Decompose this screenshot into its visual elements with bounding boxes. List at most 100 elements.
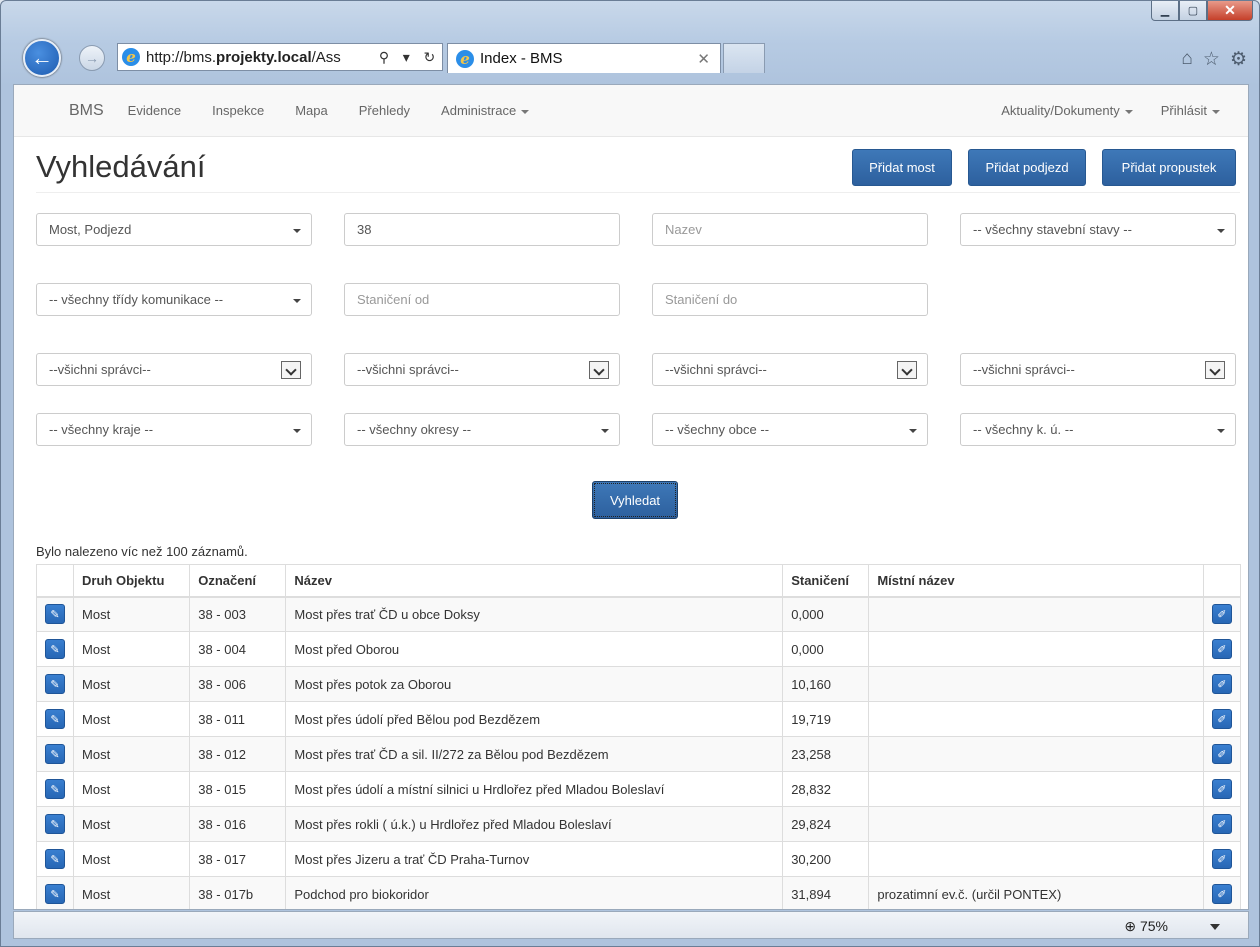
- cadastral-select[interactable]: -- všechny k. ú. --: [960, 413, 1236, 446]
- window-controls: ▁ ▢ ✕: [1151, 1, 1253, 21]
- header-object-type[interactable]: Druh Objektu: [73, 564, 191, 598]
- status-bar: ⊕ 75%: [13, 911, 1249, 939]
- refresh-icon[interactable]: ↻: [423, 49, 435, 66]
- nav-prehledy[interactable]: Přehledy: [359, 103, 410, 118]
- settings-gear-icon[interactable]: ⚙: [1230, 48, 1247, 71]
- edit-icon[interactable]: ✐: [1211, 744, 1232, 764]
- cell-local-name: [868, 596, 1204, 632]
- cell-designation: 38 - 012: [189, 736, 287, 772]
- top-navbar: BMS Evidence Inspekce Mapa Přehledy Admi…: [14, 85, 1248, 137]
- edit-icon[interactable]: ✐: [1211, 604, 1232, 625]
- dropdown-caret-icon[interactable]: ▾: [403, 49, 410, 66]
- table-row: ✎ Most 38 - 003 Most přes trať ČD u obce…: [35, 596, 1242, 632]
- cell-object-type: Most: [73, 806, 191, 842]
- zoom-level[interactable]: ⊕ 75%: [1124, 918, 1168, 935]
- header-edit: [1202, 564, 1242, 598]
- browser-tab[interactable]: e Index - BMS ✕: [447, 43, 721, 73]
- detail-pencil-icon[interactable]: ✎: [45, 709, 65, 729]
- title-bar: ▁ ▢ ✕: [1, 1, 1259, 21]
- nav-prihlasit[interactable]: Přihlásit: [1161, 103, 1220, 118]
- add-bridge-button[interactable]: Přidat most: [852, 149, 952, 186]
- dropdown-arrow-icon[interactable]: [589, 361, 609, 379]
- table-header-row: Druh Objektu Označení Název Staničení Mí…: [35, 564, 1242, 598]
- cell-station: 31,894: [782, 876, 870, 909]
- edit-icon[interactable]: ✐: [1211, 709, 1232, 729]
- detail-pencil-icon[interactable]: ✎: [45, 604, 65, 625]
- detail-pencil-icon[interactable]: ✎: [45, 849, 65, 869]
- cell-object-type: Most: [73, 736, 191, 772]
- cell-local-name: [868, 631, 1204, 667]
- address-url[interactable]: http://bms.projekty.local/Ass: [146, 49, 372, 66]
- cell-designation: 38 - 016: [189, 806, 287, 842]
- tab-close-icon[interactable]: ✕: [697, 50, 710, 68]
- zoom-dropdown-icon[interactable]: [1210, 924, 1220, 930]
- building-state-select[interactable]: -- všechny stavební stavy --: [960, 213, 1236, 246]
- nav-mapa[interactable]: Mapa: [295, 103, 328, 118]
- detail-pencil-icon[interactable]: ✎: [45, 639, 65, 659]
- header-designation[interactable]: Označení: [189, 564, 287, 598]
- edit-icon[interactable]: ✐: [1211, 884, 1232, 904]
- cell-name: Most přes trať ČD a sil. II/272 za Bělou…: [285, 736, 784, 772]
- new-tab-button[interactable]: [723, 43, 765, 73]
- dropdown-arrow-icon[interactable]: [1205, 361, 1225, 379]
- cell-designation: 38 - 006: [189, 666, 287, 702]
- address-bar[interactable]: e http://bms.projekty.local/Ass ⚲ ▾ ↻: [117, 43, 443, 71]
- municipality-select[interactable]: -- všechny obce --: [652, 413, 928, 446]
- detail-pencil-icon[interactable]: ✎: [45, 744, 65, 764]
- edit-icon[interactable]: ✐: [1211, 814, 1232, 834]
- station-from-input[interactable]: Staničení od: [344, 283, 620, 316]
- station-to-input[interactable]: Staničení do: [652, 283, 928, 316]
- manager-select-1[interactable]: --všichni správci--: [36, 353, 312, 386]
- add-underpass-button[interactable]: Přidat podjezd: [968, 149, 1086, 186]
- cell-designation: 38 - 011: [189, 701, 287, 737]
- dropdown-arrow-icon[interactable]: [897, 361, 917, 379]
- table-row: ✎ Most 38 - 004 Most před Oborou 0,000 ✐: [35, 631, 1242, 667]
- header-local-name[interactable]: Místní název: [868, 564, 1204, 598]
- edit-icon[interactable]: ✐: [1211, 779, 1232, 799]
- nav-administrace[interactable]: Administrace: [441, 103, 530, 118]
- brand-link[interactable]: BMS: [69, 102, 104, 120]
- edit-icon[interactable]: ✐: [1211, 849, 1232, 869]
- detail-pencil-icon[interactable]: ✎: [45, 674, 65, 694]
- name-input[interactable]: Nazev: [652, 213, 928, 246]
- browser-navigation: ← → e http://bms.projekty.local/Ass ⚲ ▾ …: [1, 31, 1259, 83]
- results-table: Druh Objektu Označení Název Staničení Mí…: [35, 564, 1242, 909]
- close-window-icon[interactable]: ✕: [1207, 1, 1253, 21]
- nav-evidence[interactable]: Evidence: [128, 103, 181, 118]
- back-arrow-icon[interactable]: ←: [23, 39, 61, 77]
- minimize-icon[interactable]: ▁: [1151, 1, 1179, 21]
- table-row: ✎ Most 38 - 017 Most přes Jizeru a trať …: [35, 841, 1242, 877]
- detail-pencil-icon[interactable]: ✎: [45, 814, 65, 834]
- cell-local-name: [868, 841, 1204, 877]
- home-icon[interactable]: ⌂: [1181, 48, 1192, 71]
- nav-inspekce[interactable]: Inspekce: [212, 103, 264, 118]
- object-type-select[interactable]: Most, Podjezd: [36, 213, 312, 246]
- header-station[interactable]: Staničení: [782, 564, 870, 598]
- edit-icon[interactable]: ✐: [1211, 674, 1232, 694]
- cell-local-name: [868, 701, 1204, 737]
- cell-object-type: Most: [73, 876, 191, 909]
- detail-pencil-icon[interactable]: ✎: [45, 884, 65, 904]
- search-icon[interactable]: ⚲: [379, 49, 389, 66]
- address-tools: ⚲ ▾ ↻: [372, 49, 442, 66]
- region-select[interactable]: -- všechny kraje --: [36, 413, 312, 446]
- maximize-icon[interactable]: ▢: [1179, 1, 1207, 21]
- manager-select-4[interactable]: --všichni správci--: [960, 353, 1236, 386]
- detail-pencil-icon[interactable]: ✎: [45, 779, 65, 799]
- dropdown-arrow-icon[interactable]: [281, 361, 301, 379]
- nav-aktuality[interactable]: Aktuality/Dokumenty: [1001, 103, 1133, 118]
- district-select[interactable]: -- všechny okresy --: [344, 413, 620, 446]
- edit-icon[interactable]: ✐: [1211, 639, 1232, 659]
- header-name[interactable]: Název: [285, 564, 784, 598]
- manager-select-2[interactable]: --všichni správci--: [344, 353, 620, 386]
- add-culvert-button[interactable]: Přidat propustek: [1102, 149, 1236, 186]
- manager-select-3[interactable]: --všichni správci--: [652, 353, 928, 386]
- forward-arrow-icon[interactable]: →: [79, 45, 105, 71]
- result-count-text: Bylo nalezeno víc než 100 záznamů.: [36, 544, 248, 559]
- search-button[interactable]: Vyhledat: [592, 481, 678, 519]
- cell-name: Podchod pro biokoridor: [285, 876, 784, 909]
- cell-station: 30,200: [782, 841, 870, 877]
- favorites-star-icon[interactable]: ☆: [1203, 48, 1220, 71]
- designation-input[interactable]: 38: [344, 213, 620, 246]
- road-class-select[interactable]: -- všechny třídy komunikace --: [36, 283, 312, 316]
